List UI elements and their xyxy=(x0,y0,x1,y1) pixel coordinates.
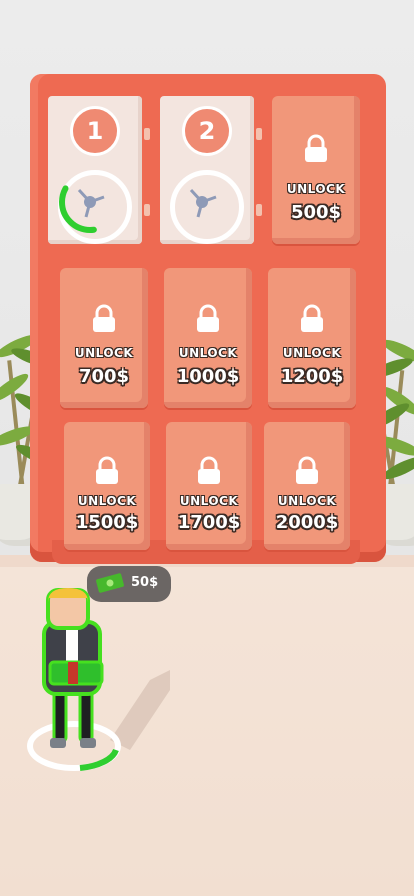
door-3-locked[interactable]: UNLOCK 500$ xyxy=(272,96,360,244)
vault-dial xyxy=(58,170,132,244)
unlock-price: 1700$ xyxy=(177,512,241,533)
unlock-label: UNLOCK xyxy=(277,494,337,508)
padlock-icon xyxy=(93,304,115,332)
padlock-icon xyxy=(301,304,323,332)
unlock-price: 500$ xyxy=(290,202,342,223)
dial-handle-icon xyxy=(77,188,105,218)
padlock-icon xyxy=(305,134,327,162)
unlock-label: UNLOCK xyxy=(286,182,346,196)
door-2-open[interactable]: 2 xyxy=(160,96,262,244)
unlock-label: UNLOCK xyxy=(178,346,238,360)
door-9-locked[interactable]: UNLOCK 2000$ xyxy=(264,422,350,550)
unlock-price: 1200$ xyxy=(280,366,344,387)
door-number-badge: 1 xyxy=(70,106,120,156)
padlock-icon xyxy=(296,456,318,484)
dial-handle-icon xyxy=(189,188,217,218)
unlock-price: 1500$ xyxy=(75,512,139,533)
door-5-locked[interactable]: UNLOCK 1000$ xyxy=(164,268,252,408)
padlock-icon xyxy=(96,456,118,484)
player-character[interactable] xyxy=(20,580,200,780)
door-hinge xyxy=(144,204,150,216)
door-8-locked[interactable]: UNLOCK 1700$ xyxy=(166,422,252,550)
door-6-locked[interactable]: UNLOCK 1200$ xyxy=(268,268,356,408)
door-number-badge: 2 xyxy=(182,106,232,156)
door-hinge xyxy=(144,128,150,140)
door-hinge xyxy=(256,128,262,140)
unlock-price: 700$ xyxy=(78,366,130,387)
padlock-icon xyxy=(197,304,219,332)
unlock-label: UNLOCK xyxy=(74,346,134,360)
door-hinge xyxy=(256,204,262,216)
door-1-open[interactable]: 1 xyxy=(48,96,150,244)
unlock-label: UNLOCK xyxy=(282,346,342,360)
door-7-locked[interactable]: UNLOCK 1500$ xyxy=(64,422,150,550)
unlock-label: UNLOCK xyxy=(179,494,239,508)
unlock-price: 1000$ xyxy=(176,366,240,387)
door-4-locked[interactable]: UNLOCK 700$ xyxy=(60,268,148,408)
unlock-label: UNLOCK xyxy=(77,494,137,508)
vault-dial xyxy=(170,170,244,244)
padlock-icon xyxy=(198,456,220,484)
unlock-price: 2000$ xyxy=(275,512,339,533)
